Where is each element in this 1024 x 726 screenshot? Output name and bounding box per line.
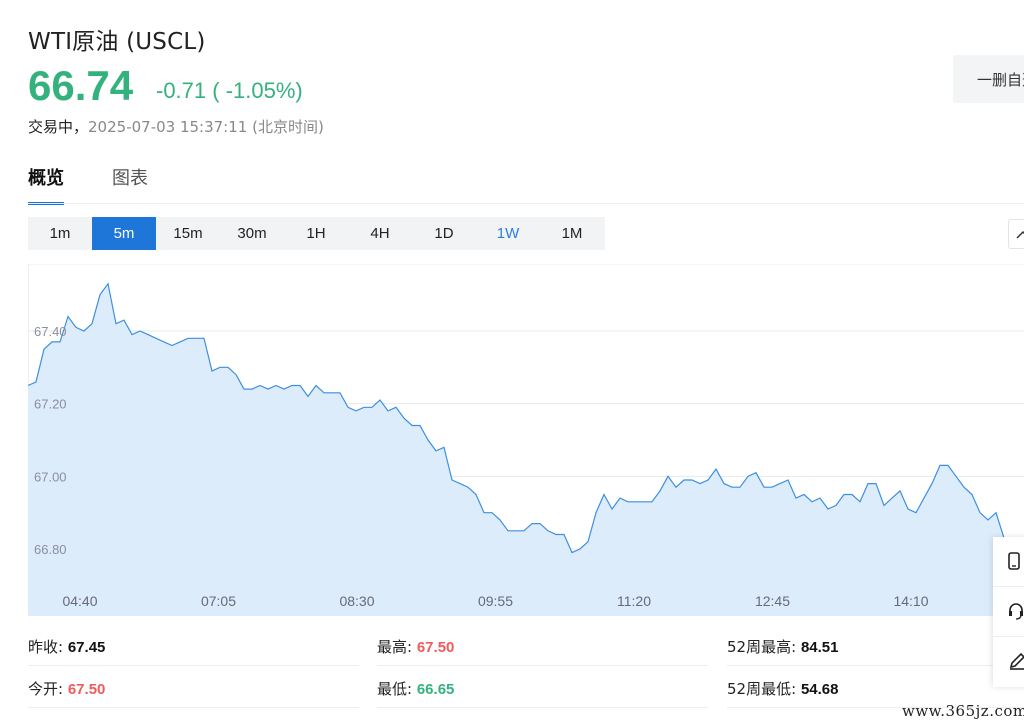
open-label: 今开: [28, 680, 64, 698]
price-area [28, 283, 1004, 616]
remove-watchlist-button[interactable]: 一删自选 [953, 55, 1024, 103]
x-tick-label: 12:45 [755, 593, 790, 609]
status-text: 交易中， [28, 118, 89, 136]
range-1d-button[interactable]: 1D [412, 217, 476, 250]
time-range-selector: 1m 5m 15m 30m 1H 4H 1D 1W 1M [28, 217, 605, 250]
stat-prev-close: 昨收: 67.45 [28, 626, 359, 666]
tab-divider [28, 203, 1024, 204]
low52-value: 54.68 [800, 681, 839, 698]
y-tick-label: 67.00 [34, 469, 67, 484]
x-tick-label: 11:20 [617, 593, 651, 609]
mobile-app-button[interactable] [993, 537, 1024, 587]
tab-overview[interactable]: 概览 [28, 164, 64, 205]
instrument-title: WTI原油 (USCL) [28, 29, 206, 55]
x-tick-label: 08:30 [339, 593, 374, 609]
high-label: 最高: [377, 638, 413, 656]
edit-icon [1009, 652, 1024, 670]
x-tick-label: 07:05 [201, 593, 236, 609]
high52-label: 52周最高: [727, 638, 797, 656]
x-tick-label: 04:40 [62, 593, 97, 609]
low-value: 66.65 [416, 681, 455, 698]
x-tick-label: 09:55 [478, 593, 513, 609]
trading-status: 交易中，2025-07-03 15:37:11 (北京时间) [28, 116, 324, 137]
open-value: 67.50 [67, 681, 106, 698]
stat-high: 最高: 67.50 [377, 626, 708, 666]
high52-value: 84.51 [800, 639, 839, 656]
feedback-button[interactable] [993, 637, 1024, 687]
site-watermark: www.365jz.com [902, 702, 1024, 720]
stat-low: 最低: 66.65 [377, 668, 708, 708]
price-chart[interactable]: 67.40 67.20 67.00 66.80 04:40 07:05 08:30 09:55… [28, 264, 1024, 616]
range-4h-button[interactable]: 4H [348, 217, 412, 250]
price-change: -0.71 ( -1.05%) [156, 78, 303, 103]
last-price: 66.74 [28, 62, 134, 109]
collapse-button[interactable] [1008, 219, 1024, 249]
high-value: 67.50 [416, 639, 455, 656]
y-tick-label: 67.40 [34, 324, 67, 339]
prev-close-value: 67.45 [67, 639, 106, 656]
y-tick-label: 66.80 [34, 542, 67, 557]
low-label: 最低: [377, 680, 413, 698]
range-15m-button[interactable]: 15m [156, 217, 220, 250]
floating-toolbar [993, 537, 1024, 687]
low52-label: 52周最低: [727, 680, 797, 698]
mobile-icon [1008, 552, 1020, 570]
customer-service-button[interactable] [993, 587, 1024, 637]
tab-chart[interactable]: 图表 [112, 164, 148, 202]
x-tick-label: 14:10 [893, 593, 928, 609]
quote-timestamp: 2025-07-03 15:37:11 (北京时间) [88, 118, 324, 136]
y-tick-label: 67.20 [34, 397, 67, 412]
prev-close-label: 昨收: [28, 638, 64, 656]
stat-52w-high: 52周最高: 84.51 [727, 626, 1024, 666]
range-1h-button[interactable]: 1H [284, 217, 348, 250]
range-1m-button[interactable]: 1m [28, 217, 92, 250]
range-5m-button[interactable]: 5m [92, 217, 156, 250]
chevron-up-icon [1016, 230, 1024, 239]
range-30m-button[interactable]: 30m [220, 217, 284, 250]
headset-icon [1009, 603, 1023, 620]
range-1mo-button[interactable]: 1M [540, 217, 604, 250]
range-1w-button[interactable]: 1W [476, 217, 540, 250]
stat-open: 今开: 67.50 [28, 668, 359, 708]
